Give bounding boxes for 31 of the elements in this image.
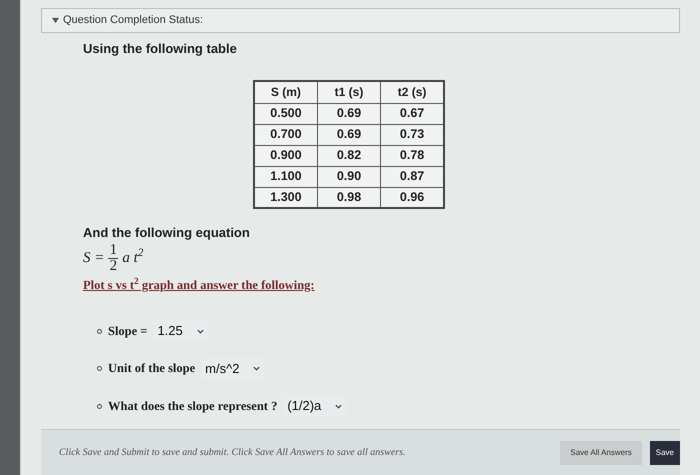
fraction-numerator: 1 <box>110 242 118 258</box>
bullet-icon <box>97 366 102 371</box>
collapse-icon[interactable] <box>52 16 59 24</box>
save-button[interactable]: Save <box>650 440 680 464</box>
question-label: Unit of the slope <box>108 360 196 378</box>
instruction-text: Plot s vs t$^{2}$ graph and answer the following: <box>83 276 316 294</box>
chevron-icon <box>253 366 260 371</box>
chevron-icon <box>335 404 342 408</box>
table-cell: 0.82 <box>317 145 381 166</box>
equation-lhs: S = <box>83 248 104 268</box>
save-all-button[interactable]: Save All Answers <box>560 440 642 464</box>
fraction-denominator: 2 <box>110 258 118 274</box>
question-label: Slope = <box>108 322 148 340</box>
table-cell: 0.700 <box>254 124 318 145</box>
table-cell: 0.69 <box>317 103 381 124</box>
table-cell: 1.100 <box>254 166 318 187</box>
table-header: t1 (s) <box>317 81 381 103</box>
table-header: S (m) <box>254 81 318 103</box>
footer-note: Click Save and Submit to save and submit. Click Save All Answers to save all answers. <box>59 446 406 460</box>
bullet-icon <box>97 328 102 334</box>
question-label: What does the slope represent ? <box>108 398 278 415</box>
bullet-icon <box>97 404 102 408</box>
table-cell: 0.69 <box>317 124 381 145</box>
table-cell: 0.900 <box>254 145 318 166</box>
table-cell: 0.90 <box>317 166 381 187</box>
intro-text: Using the following table <box>83 40 238 58</box>
equation-intro: And the following equation <box>83 224 251 242</box>
equation-rhs: a t$^{2}$ <box>122 246 144 268</box>
table-cell: 0.500 <box>254 103 318 124</box>
chevron-icon <box>196 328 204 334</box>
status-label: Question Completion Status: <box>63 13 204 28</box>
